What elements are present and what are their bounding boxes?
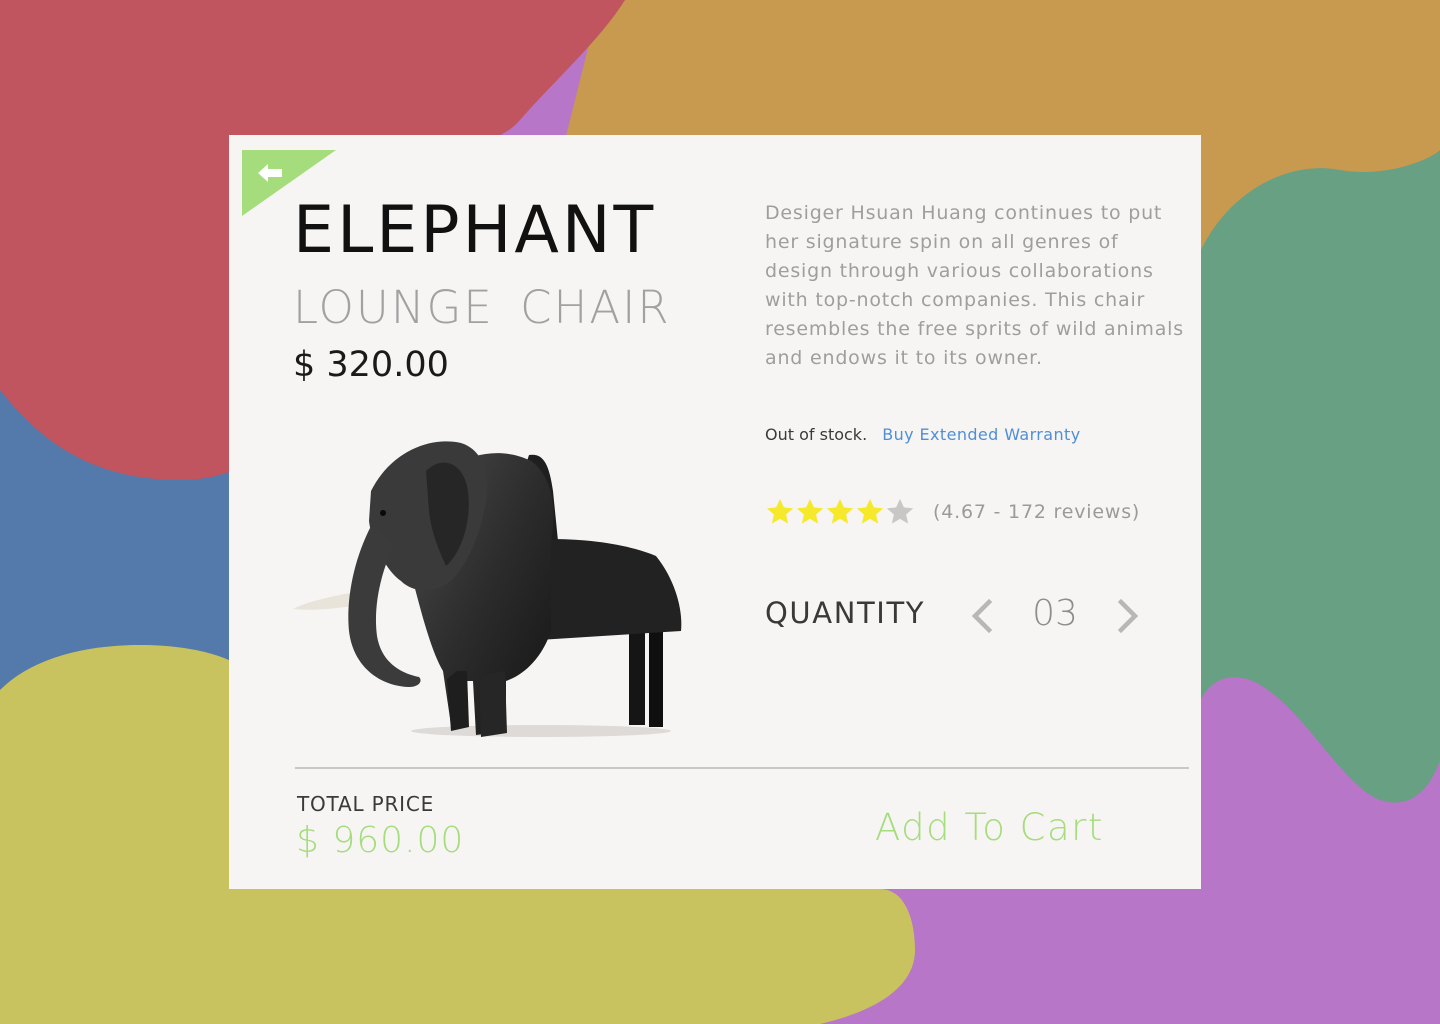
quantity-decrease-button[interactable] bbox=[967, 596, 997, 636]
product-price: $ 320.00 bbox=[293, 345, 449, 385]
rating-summary: (4.67 - 172 reviews) bbox=[933, 501, 1141, 523]
add-to-cart-button[interactable]: Add To Cart bbox=[875, 803, 1104, 853]
star-filled-icon bbox=[856, 498, 884, 524]
quantity-value[interactable]: 03 bbox=[1007, 590, 1103, 638]
divider bbox=[295, 767, 1189, 769]
product-title: ELEPHANT bbox=[293, 193, 657, 268]
rating-row: (4.67 - 172 reviews) bbox=[765, 497, 1140, 527]
star-filled-icon bbox=[796, 498, 824, 524]
star-empty-icon bbox=[886, 498, 914, 524]
star-rating bbox=[765, 497, 915, 527]
stock-row: Out of stock. Buy Extended Warranty bbox=[765, 423, 1081, 447]
chevron-right-icon bbox=[1117, 598, 1139, 634]
stock-status: Out of stock. bbox=[765, 425, 868, 444]
total-price-label: TOTAL PRICE bbox=[297, 792, 435, 816]
star-filled-icon bbox=[766, 498, 794, 524]
star-filled-icon bbox=[826, 498, 854, 524]
total-price-value: $ 960.00 bbox=[296, 820, 465, 861]
chevron-left-icon bbox=[971, 598, 993, 634]
quantity-label: QUANTITY bbox=[765, 596, 926, 630]
product-subtitle: LOUNGE CHAIR bbox=[293, 281, 671, 334]
product-description: Desiger Hsuan Huang continues to put her… bbox=[765, 202, 1184, 369]
elephant-chair-image bbox=[293, 441, 682, 737]
quantity-increase-button[interactable] bbox=[1113, 596, 1143, 636]
product-card: ELEPHANT LOUNGE CHAIR $ 320.00 Desiger H… bbox=[229, 135, 1201, 889]
extended-warranty-link[interactable]: Buy Extended Warranty bbox=[882, 425, 1080, 444]
